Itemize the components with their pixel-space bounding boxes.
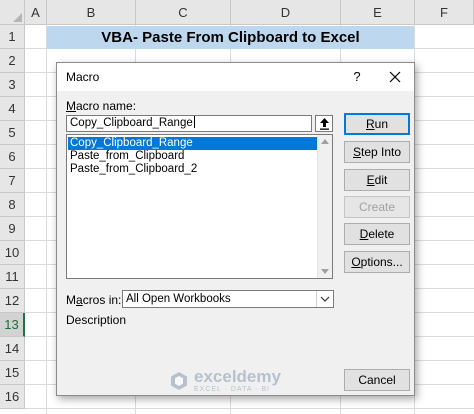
scroll-up-arrow-icon[interactable] <box>321 139 329 144</box>
delete-button[interactable]: Delete <box>344 223 410 245</box>
row-header-8[interactable]: 8 <box>0 193 25 217</box>
edit-button[interactable]: Edit <box>344 169 410 191</box>
row-header-3[interactable]: 3 <box>0 73 25 97</box>
column-header-d[interactable]: D <box>231 0 341 25</box>
macro-name-label: Macro name: <box>66 99 137 113</box>
scroll-down-arrow-icon[interactable] <box>321 269 329 274</box>
macro-list[interactable]: Copy_Clipboard_Range Paste_from_Clipboar… <box>66 134 333 279</box>
select-all-corner[interactable] <box>0 0 25 25</box>
column-header-b[interactable]: B <box>47 0 136 25</box>
watermark-text: exceldemy EXCEL · DATA · BI <box>194 368 281 393</box>
gridline <box>46 25 47 414</box>
close-icon <box>389 71 401 83</box>
row-header-1[interactable]: 1 <box>0 25 25 49</box>
select-all-triangle-icon <box>13 13 22 22</box>
row-header-6[interactable]: 6 <box>0 145 25 169</box>
dialog-title: Macro <box>66 70 100 84</box>
list-item[interactable]: Paste_from_Clipboard_2 <box>68 163 197 176</box>
dialog-titlebar[interactable]: Macro ? <box>57 63 414 91</box>
macro-name-value: Copy_Clipboard_Range <box>70 117 193 129</box>
options-button[interactable]: Options... <box>344 251 410 273</box>
macros-in-label: Macros in: <box>66 293 122 307</box>
sheet-title-banner[interactable]: VBA- Paste From Clipboard to Excel <box>47 26 414 49</box>
row-header-2[interactable]: 2 <box>0 49 25 73</box>
macros-in-value: All Open Workbooks <box>126 293 231 305</box>
exceldemy-watermark: exceldemy EXCEL · DATA · BI <box>169 368 281 393</box>
macro-name-upload-button[interactable] <box>315 115 333 132</box>
step-into-button[interactable]: Step Into <box>344 141 410 163</box>
row-header-7[interactable]: 7 <box>0 169 25 193</box>
watermark-name: exceldemy <box>194 367 281 386</box>
exceldemy-logo-icon <box>171 371 187 390</box>
column-header-e[interactable]: E <box>341 0 415 25</box>
upload-arrow-icon <box>320 118 329 130</box>
list-item[interactable]: Paste_from_Clipboard <box>68 150 184 163</box>
row-header-5[interactable]: 5 <box>0 121 25 145</box>
column-header-a[interactable]: A <box>25 0 47 25</box>
description-label: Description <box>66 313 127 327</box>
row-header-14[interactable]: 14 <box>0 337 25 361</box>
help-button[interactable]: ? <box>348 67 366 87</box>
column-header-f[interactable]: F <box>415 0 474 25</box>
row-header-10[interactable]: 10 <box>0 241 25 265</box>
row-header-9[interactable]: 9 <box>0 217 25 241</box>
create-button: Create <box>344 196 410 218</box>
row-header-4[interactable]: 4 <box>0 97 25 121</box>
text-caret <box>193 116 195 128</box>
macros-in-select[interactable]: All Open Workbooks <box>122 290 334 308</box>
gridline <box>25 408 474 409</box>
run-button[interactable]: Run <box>344 113 410 135</box>
row-header-12[interactable]: 12 <box>0 289 25 313</box>
row-header-13[interactable]: 13 <box>0 313 25 337</box>
list-item-selected[interactable]: Copy_Clipboard_Range <box>68 137 321 150</box>
macro-list-scrollbar[interactable] <box>317 135 332 278</box>
macro-dialog: Macro ? Macro name: Copy_Clipboard_Range… <box>56 62 415 396</box>
watermark-tagline: EXCEL · DATA · BI <box>194 386 270 393</box>
row-header-15[interactable]: 15 <box>0 361 25 385</box>
cancel-button[interactable]: Cancel <box>344 369 410 391</box>
row-header-11[interactable]: 11 <box>0 265 25 289</box>
macro-name-input[interactable]: Copy_Clipboard_Range <box>66 115 312 132</box>
macros-in-dropdown-button[interactable] <box>316 291 333 307</box>
close-button[interactable] <box>385 67 405 87</box>
chevron-down-icon <box>320 296 330 302</box>
column-header-c[interactable]: C <box>136 0 231 25</box>
row-header-16[interactable]: 16 <box>0 385 25 409</box>
